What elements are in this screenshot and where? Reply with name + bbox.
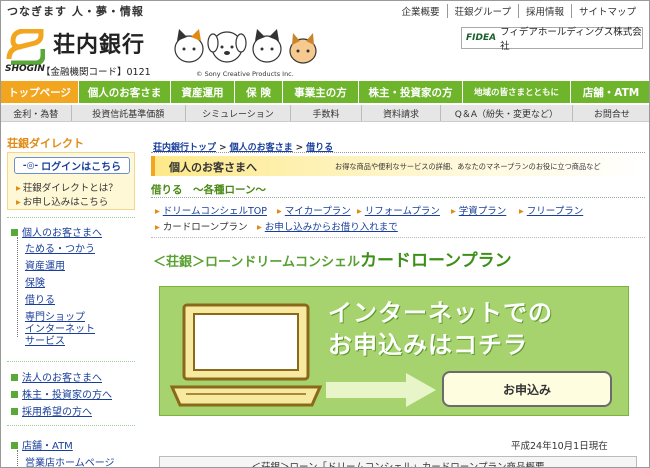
direct-banking-title: 荘銀ダイレクト	[7, 137, 84, 150]
link-education-plan[interactable]: 学資プラン	[451, 203, 507, 217]
sidebar-item-recruit[interactable]: 採用希望の方へ	[11, 403, 92, 418]
nav-tab-investment[interactable]: 資産運用	[171, 81, 235, 103]
sidebar-item-stores[interactable]: 店舗・ATM	[11, 437, 73, 452]
top-links: 企業概要 荘銀グループ 採用情報 サイトマップ	[395, 4, 643, 18]
top-link-company[interactable]: 企業概要	[395, 4, 447, 18]
sidebar-item-personal[interactable]: 個人のお客さまへ	[11, 224, 102, 239]
bank-name[interactable]: 荘内銀行	[53, 27, 145, 59]
divider	[151, 152, 645, 153]
apply-button[interactable]: お申込み	[442, 371, 612, 407]
link-reform-plan[interactable]: リフォームプラン	[357, 203, 440, 217]
plan-title: ＜荘銀＞ローンドリームコンシェルカードローンプラン	[153, 246, 647, 271]
laptop-icon	[169, 303, 323, 407]
nav-tab-insurance[interactable]: 保 険	[235, 81, 283, 103]
nav-tab-shareholders[interactable]: 株主・投資家の方	[359, 81, 463, 103]
subnav-fund-prices[interactable]: 投資信託基準価額	[72, 105, 186, 121]
sidebar-divider	[7, 425, 135, 426]
link-car-plan[interactable]: マイカープラン	[277, 203, 351, 217]
fidea-text: フィデアホールディングス株式会社	[500, 27, 642, 52]
sidebar-item-specialty-shop[interactable]: 専門ショップ	[25, 308, 85, 323]
sidebar-item-corporate[interactable]: 法人のお客さまへ	[11, 369, 102, 384]
direct-apply-link[interactable]: お申し込みはこちら	[16, 194, 109, 208]
page-subheading: 借りる ～各種ローン～	[151, 184, 266, 196]
nav-tab-stores[interactable]: 店舗・ATM	[571, 81, 649, 103]
arrow-right-icon	[326, 373, 436, 407]
login-box: -◎- ログインはこちら 荘銀ダイレクトとは？ お申し込みはこちら	[7, 152, 135, 210]
page-frame: つなぎます 人・夢・情報 企業概要 荘銀グループ 採用情報 サイトマップ 荘内銀…	[0, 0, 650, 468]
divider	[151, 237, 645, 238]
fidea-holdings-banner[interactable]: FIDEA フィデアホールディングス株式会社	[461, 27, 643, 52]
product-summary-heading: ＜荘銀＞ローン「ドリームコンシェル」カードローンプラン商品概要	[159, 456, 637, 467]
direct-about-link[interactable]: 荘銀ダイレクトとは？	[16, 180, 118, 194]
main-nav: トップページ 個人のお客さま 資産運用 保 険 事業主の方 株主・投資家の方 地…	[1, 81, 649, 103]
top-link-recruit[interactable]: 採用情報	[517, 4, 571, 18]
subnav-rates[interactable]: 金利・為替	[1, 105, 72, 121]
nav-tab-personal[interactable]: 個人のお客さま	[79, 81, 171, 103]
subnav-faq[interactable]: Q＆A（紛失・変更など）	[441, 105, 573, 121]
plan-title-prefix: ＜荘銀＞ローンドリームコンシェル	[153, 255, 360, 270]
nav-tab-top[interactable]: トップページ	[1, 81, 79, 103]
sidebar-item-investment[interactable]: 資産運用	[25, 257, 65, 272]
sub-nav: 金利・為替 投資信託基準価額 シミュレーション 手数料 資料請求 Q＆A（紛失・…	[1, 105, 649, 122]
banner-headline-2: お申込みはコチラ	[328, 331, 528, 359]
nav-tab-business[interactable]: 事業主の方	[283, 81, 359, 103]
section-title: 個人のお客さまへ	[169, 161, 257, 174]
top-link-sitemap[interactable]: サイトマップ	[570, 4, 643, 18]
character-copyright: © Sony Creative Products Inc.	[196, 70, 294, 78]
sidebar-divider	[7, 361, 135, 362]
sidebar-tree-line	[17, 450, 18, 467]
sidebar-item-borrow[interactable]: 借りる	[25, 291, 55, 306]
sidebar-item-insurance[interactable]: 保険	[25, 274, 45, 289]
sidebar-item-shareholders[interactable]: 株主・投資家の方へ	[11, 386, 112, 401]
subnav-brochures[interactable]: 資料請求	[362, 105, 442, 121]
shogin-logo-icon[interactable]	[5, 29, 45, 65]
banner-headline-1: インターネットでの	[328, 299, 553, 327]
divider	[151, 197, 645, 198]
login-button[interactable]: -◎- ログインはこちら	[14, 157, 130, 174]
fidea-logo-icon: FIDEA	[466, 33, 497, 43]
sidebar-divider	[7, 217, 135, 218]
shogin-wordmark: SHOGIN	[5, 64, 45, 74]
section-header: 個人のお客さまへ お得な商品や便利なサービスの詳細、あなたのマネープランのお役に…	[151, 156, 645, 176]
link-free-plan[interactable]: フリープラン	[519, 203, 583, 217]
link-dream-concierge-top[interactable]: ドリームコンシェルTOP	[155, 203, 267, 217]
login-button-label: ログインはこちら	[41, 162, 122, 173]
sidebar-item-internet-service[interactable]: インターネット サービス	[25, 324, 95, 348]
login-arrow-icon: -◎-	[22, 160, 39, 171]
link-application-flow[interactable]: お申し込みからお借り入れまで	[257, 219, 398, 233]
link-card-loan-plan[interactable]: カードローンプラン	[155, 219, 248, 233]
plan-title-main: カードローンプラン	[359, 251, 512, 271]
institution-code: 【金融機関コード】0121	[41, 67, 151, 78]
sidebar-item-branch-pages[interactable]: 営業店ホームページ	[25, 454, 115, 467]
subnav-simulation[interactable]: シミュレーション	[186, 105, 292, 121]
sidebar-item-save[interactable]: ためる・つかう	[25, 240, 95, 255]
top-link-group[interactable]: 荘銀グループ	[446, 4, 518, 18]
section-description: お得な商品や便利なサービスの詳細、あなたのマネープランのお役に立つ商品など	[335, 162, 601, 171]
internet-application-banner[interactable]: インターネットでの お申込みはコチラ お申込み	[159, 286, 629, 416]
subnav-fees[interactable]: 手数料	[291, 105, 362, 121]
subnav-contact[interactable]: お問合せ	[573, 105, 649, 121]
nav-tab-community[interactable]: 地域の皆さまとともに	[463, 81, 571, 103]
sidebar-tree-line	[17, 237, 18, 337]
mascot-characters-image	[174, 29, 317, 64]
as-of-date: 平成24年10月1日現在	[511, 441, 608, 452]
tagline: つなぎます 人・夢・情報	[7, 5, 144, 18]
